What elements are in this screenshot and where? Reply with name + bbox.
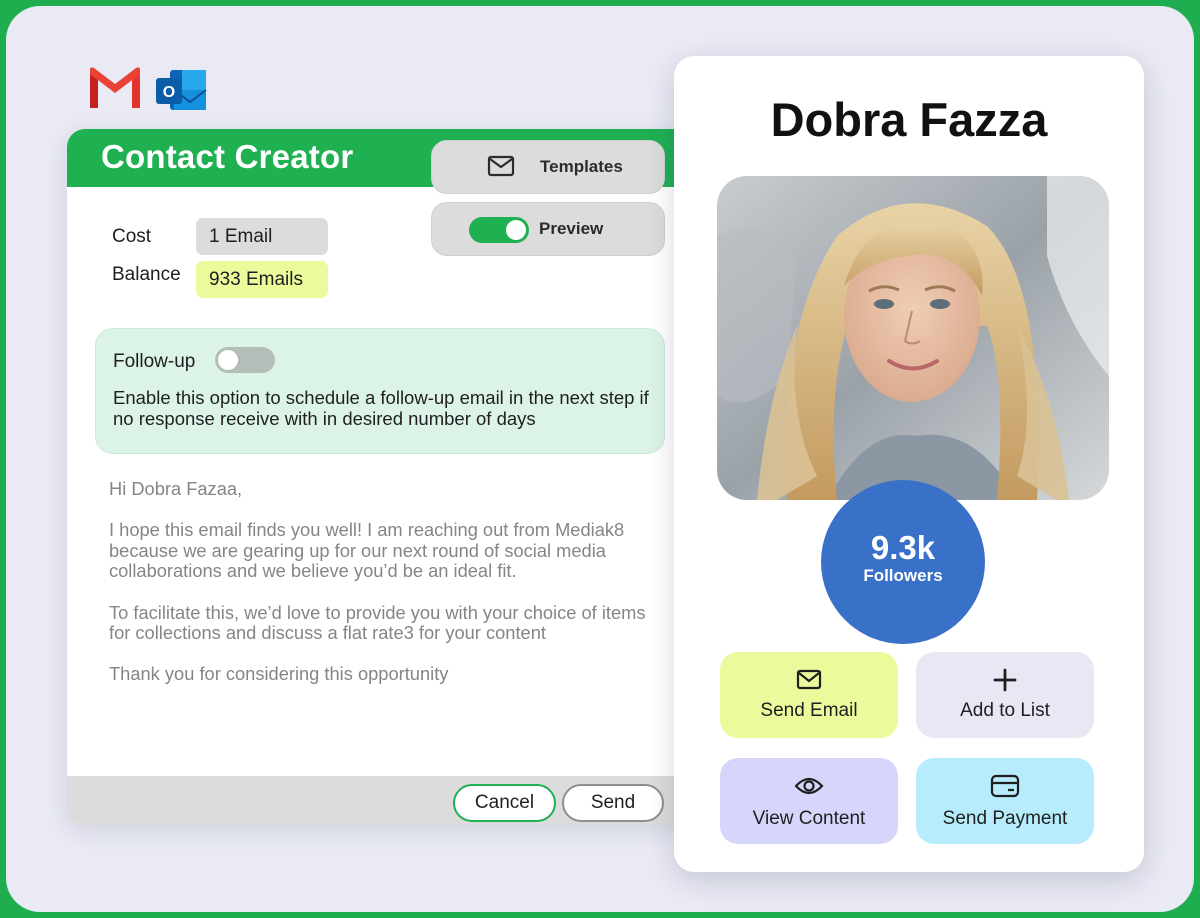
send-email-button[interactable]: Send Email bbox=[720, 652, 898, 738]
templates-button[interactable]: Templates bbox=[431, 140, 665, 194]
contact-creator-title: Contact Creator bbox=[101, 138, 354, 175]
mail-icon bbox=[487, 155, 515, 177]
send-payment-label: Send Payment bbox=[942, 808, 1068, 829]
email-closing: Thank you for considering this opportuni… bbox=[109, 663, 449, 685]
credit-card-icon bbox=[990, 774, 1020, 798]
send-payment-button[interactable]: Send Payment bbox=[916, 758, 1094, 844]
cost-label: Cost bbox=[112, 226, 152, 247]
followers-badge: 9.3k Followers bbox=[821, 480, 985, 644]
toggle-knob bbox=[506, 220, 526, 240]
app-frame: O Contact Creator Templates Preview Cost… bbox=[6, 6, 1194, 912]
view-content-button[interactable]: View Content bbox=[720, 758, 898, 844]
cost-value: 1 Email bbox=[196, 218, 328, 255]
add-to-list-button[interactable]: Add to List bbox=[916, 652, 1094, 738]
followup-section: Follow-up Enable this option to schedule… bbox=[95, 328, 665, 454]
email-paragraph: To facilitate this, we’d love to provide… bbox=[109, 601, 646, 644]
followup-toggle[interactable] bbox=[215, 347, 275, 373]
email-greeting: Hi Dobra Fazaa, bbox=[109, 478, 243, 499]
send-email-label: Send Email bbox=[760, 700, 858, 721]
contact-creator-panel: Contact Creator Templates Preview Cost 1… bbox=[67, 129, 707, 825]
plus-icon bbox=[993, 668, 1017, 692]
profile-name: Dobra Fazza bbox=[770, 93, 1048, 146]
creator-profile-card: Dobra Fazza 9.3k Followers Send Email Ad… bbox=[674, 56, 1144, 872]
balance-label: Balance bbox=[112, 264, 181, 285]
followup-description: Enable this option to schedule a follow-… bbox=[113, 387, 649, 429]
toggle-knob bbox=[218, 350, 238, 370]
preview-label: Preview bbox=[539, 219, 604, 238]
preview-toggle[interactable] bbox=[469, 217, 529, 243]
followers-label: Followers bbox=[863, 566, 943, 585]
eye-icon bbox=[794, 777, 824, 795]
gmail-icon[interactable] bbox=[86, 64, 144, 116]
send-button[interactable]: Send bbox=[562, 784, 664, 822]
templates-label: Templates bbox=[540, 157, 623, 176]
balance-value: 933 Emails bbox=[196, 261, 328, 298]
preview-control: Preview bbox=[431, 202, 665, 256]
add-to-list-label: Add to List bbox=[960, 700, 1050, 721]
email-body[interactable]: Hi Dobra Fazaa, I hope this email finds … bbox=[109, 478, 649, 706]
outlook-icon[interactable]: O bbox=[154, 64, 210, 116]
followers-count: 9.3k bbox=[870, 529, 936, 566]
cancel-button[interactable]: Cancel bbox=[453, 784, 556, 822]
email-paragraph: I hope this email finds you well! I am r… bbox=[109, 519, 625, 582]
svg-text:O: O bbox=[163, 84, 175, 101]
view-content-label: View Content bbox=[752, 808, 866, 829]
mail-icon bbox=[796, 669, 822, 690]
followup-title: Follow-up bbox=[113, 351, 196, 372]
creator-footer: Cancel Send bbox=[67, 776, 707, 825]
profile-photo bbox=[717, 176, 1109, 500]
